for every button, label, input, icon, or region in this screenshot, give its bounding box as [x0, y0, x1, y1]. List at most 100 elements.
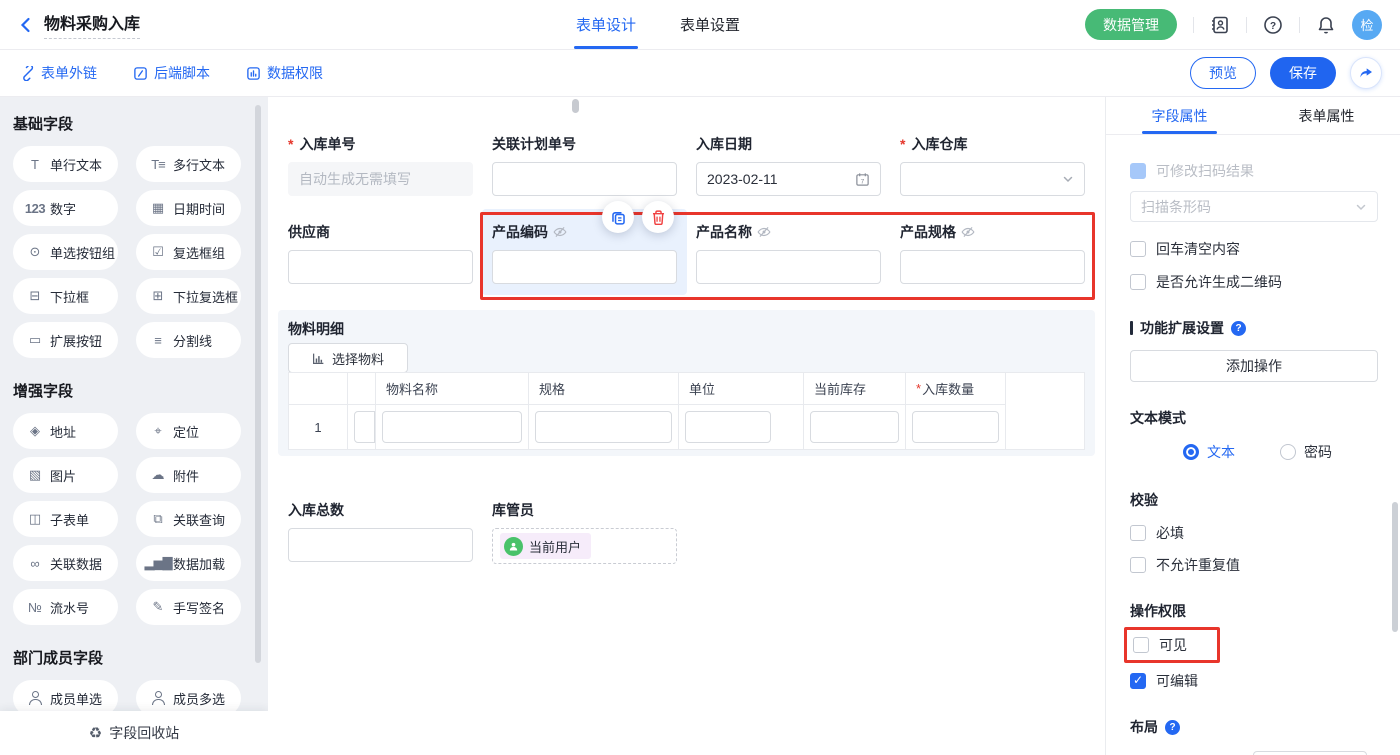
copy-icon [610, 209, 627, 226]
sidebar-item-extend-button[interactable]: ▭扩展按钮 [13, 322, 118, 358]
editable-option[interactable]: 可编辑 [1130, 671, 1378, 691]
field-inbound-date[interactable]: 入库日期 2023-02-11 7 [696, 134, 881, 196]
no-duplicate-checkbox[interactable] [1130, 557, 1146, 573]
form-external-link[interactable]: 表单外链 [20, 63, 97, 83]
help-circle-icon[interactable]: ? [1165, 720, 1180, 735]
data-permission-link[interactable]: 数据权限 [246, 63, 323, 83]
table-cell-input[interactable] [810, 411, 899, 443]
tab-field-properties[interactable]: 字段属性 [1106, 97, 1253, 134]
inbound-no-input: 自动生成无需填写 [288, 162, 473, 196]
sidebar-item-number[interactable]: 123数字 [13, 190, 118, 226]
backend-script-link[interactable]: 后端脚本 [133, 63, 210, 83]
table-cell-input-clipped[interactable] [354, 411, 375, 443]
required-checkbox[interactable] [1130, 525, 1146, 541]
allow-qrcode-option[interactable]: 是否允许生成二维码 [1130, 272, 1378, 292]
field-inbound-total[interactable]: 入库总数 [288, 500, 473, 562]
address-icon: ◈ [26, 423, 44, 439]
field-supplier[interactable]: 供应商 [288, 222, 473, 284]
sidebar-item-subform[interactable]: ◫子表单 [13, 501, 118, 537]
sidebar-item-image[interactable]: ▧图片 [13, 457, 118, 493]
field-product-name[interactable]: 产品名称 [696, 222, 881, 284]
canvas-scrollbar[interactable] [572, 99, 579, 113]
enter-clear-checkbox[interactable] [1130, 241, 1146, 257]
sidebar-item-radio-group[interactable]: ⊙单选按钮组 [13, 234, 118, 270]
sidebar-item-divider[interactable]: ≡分割线 [136, 322, 241, 358]
sidebar-item-linked-query[interactable]: ⧉关联查询 [136, 501, 241, 537]
sidebar-item-signature[interactable]: ✎手写签名 [136, 589, 241, 625]
current-user-tag[interactable]: 当前用户 [500, 533, 591, 559]
sidebar-item-location[interactable]: ⌖定位 [136, 413, 241, 449]
sidebar-item-dropdown[interactable]: ⊟下拉框 [13, 278, 118, 314]
header-tabs: 表单设计 表单设置 [576, 0, 740, 49]
tab-form-design[interactable]: 表单设计 [576, 0, 636, 49]
select-material-button[interactable]: 选择物料 [288, 343, 408, 373]
eye-slash-icon [553, 225, 567, 239]
panel-scrollbar[interactable] [1392, 502, 1398, 632]
field-warehouse-keeper[interactable]: 库管员 当前用户 [492, 500, 677, 564]
sidebar-item-attachment[interactable]: ☁附件 [136, 457, 241, 493]
sidebar-scrollbar[interactable] [255, 105, 261, 663]
field-plan-no[interactable]: 关联计划单号 [492, 134, 677, 196]
inbound-date-input[interactable]: 2023-02-11 7 [696, 162, 881, 196]
tab-form-settings[interactable]: 表单设置 [680, 0, 740, 49]
field-inbound-warehouse[interactable]: 入库仓库 [900, 134, 1085, 196]
radio-password[interactable] [1280, 444, 1296, 460]
sidebar-item-data-load[interactable]: ▂▅▇数据加载 [136, 545, 241, 581]
sidebar-item-checkbox-group[interactable]: ☑复选框组 [136, 234, 241, 270]
help-icon[interactable]: ? [1263, 15, 1283, 35]
inbound-warehouse-select[interactable] [900, 162, 1085, 196]
notification-bell-icon[interactable] [1316, 15, 1336, 35]
enter-clear-option[interactable]: 回车清空内容 [1130, 239, 1378, 259]
form-title[interactable]: 物料采购入库 [44, 10, 140, 39]
sidebar-item-multi-dropdown[interactable]: ⊞下拉复选框 [136, 278, 241, 314]
table-cell-input[interactable] [685, 411, 771, 443]
form-design-canvas[interactable]: 入库单号 自动生成无需填写 关联计划单号 入库日期 2023-02-11 7 入… [268, 97, 1105, 755]
table-cell-input[interactable] [382, 411, 522, 443]
layout-title: 布局 ? [1130, 717, 1378, 737]
product-code-input[interactable] [492, 250, 677, 284]
permission-title: 操作权限 [1130, 601, 1378, 621]
delete-field-button[interactable] [642, 201, 674, 233]
sidebar-item-serial-number[interactable]: №流水号 [13, 589, 118, 625]
sidebar-item-linked-data[interactable]: ∞关联数据 [13, 545, 118, 581]
help-circle-icon[interactable]: ? [1231, 321, 1246, 336]
required-option[interactable]: 必填 [1130, 523, 1378, 543]
avatar[interactable]: 检 [1352, 10, 1382, 40]
plan-no-input[interactable] [492, 162, 677, 196]
allow-qrcode-checkbox[interactable] [1130, 274, 1146, 290]
radio-text[interactable] [1183, 444, 1199, 460]
visible-option[interactable]: 可见 [1133, 635, 1187, 655]
product-name-input[interactable] [696, 250, 881, 284]
product-spec-input[interactable] [900, 250, 1085, 284]
svg-text:?: ? [1270, 21, 1276, 32]
inbound-total-input[interactable] [288, 528, 473, 562]
supplier-input[interactable] [288, 250, 473, 284]
back-button[interactable] [18, 17, 34, 33]
add-action-button[interactable]: 添加操作 [1130, 350, 1378, 382]
table-cell-input[interactable] [535, 411, 672, 443]
editable-checkbox[interactable] [1130, 673, 1146, 689]
share-button[interactable] [1350, 57, 1382, 89]
sidebar-item-datetime[interactable]: ▦日期时间 [136, 190, 241, 226]
field-recycle-bin[interactable]: ♻ 字段回收站 [0, 711, 268, 755]
field-width-select[interactable]: 1/4 [1253, 751, 1367, 755]
field-inbound-no[interactable]: 入库单号 自动生成无需填写 [288, 134, 473, 196]
contact-book-icon[interactable] [1210, 15, 1230, 35]
sidebar-item-address[interactable]: ◈地址 [13, 413, 118, 449]
user-avatar-icon [504, 537, 523, 556]
table-cell-input[interactable] [912, 411, 999, 443]
field-product-spec[interactable]: 产品规格 [900, 222, 1085, 284]
divider-icon: ≡ [149, 333, 167, 348]
sidebar-item-single-line-text[interactable]: T单行文本 [13, 146, 118, 182]
preview-button[interactable]: 预览 [1190, 57, 1256, 89]
no-duplicate-option[interactable]: 不允许重复值 [1130, 555, 1378, 575]
tab-form-properties[interactable]: 表单属性 [1253, 97, 1400, 134]
data-manage-button[interactable]: 数据管理 [1085, 9, 1177, 40]
save-button[interactable]: 保存 [1270, 57, 1336, 89]
subform-material-detail[interactable]: 物料明细 选择物料 1 物料名称 规格 单位 当前库存 入库数量 [278, 310, 1095, 456]
image-icon: ▧ [26, 467, 44, 483]
sidebar-item-multi-line-text[interactable]: T≡多行文本 [136, 146, 241, 182]
warehouse-keeper-input[interactable]: 当前用户 [492, 528, 677, 564]
visible-checkbox[interactable] [1133, 637, 1149, 653]
copy-field-button[interactable] [602, 201, 634, 233]
